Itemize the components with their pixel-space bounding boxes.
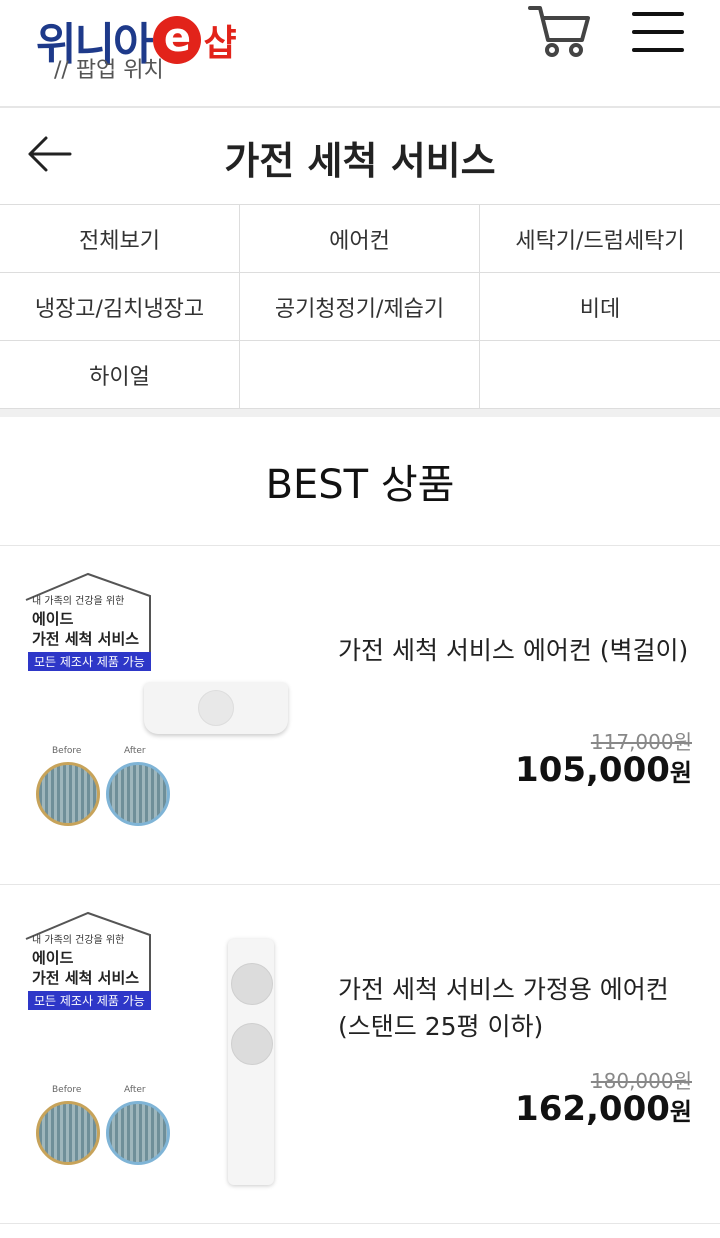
category-empty xyxy=(480,341,720,409)
page-titlebar: 가전 세척 서비스 xyxy=(0,108,720,204)
menu-bar xyxy=(632,12,684,16)
badge-brand: 에이드 xyxy=(32,949,74,967)
badge-all-brands-tag: 모든 제조사 제품 가능 xyxy=(28,652,151,671)
category-grid: 전체보기 에어컨 세탁기/드럼세탁기 냉장고/김치냉장고 공기청정기/제습기 비… xyxy=(0,204,720,417)
before-label: Before xyxy=(52,1085,82,1095)
before-label: Before xyxy=(52,746,82,756)
sale-price-value: 162,000 xyxy=(515,1089,670,1129)
category-air-purifier[interactable]: 공기청정기/제습기 xyxy=(240,273,480,341)
after-image xyxy=(106,762,170,826)
badge-all-brands-tag: 모든 제조사 제품 가능 xyxy=(28,991,151,1010)
logo-shop-text: 샵 xyxy=(203,23,237,64)
category-aircon[interactable]: 에어컨 xyxy=(240,205,480,273)
sale-price: 105,000원 xyxy=(515,750,692,790)
best-products-heading: BEST 상품 xyxy=(0,417,720,546)
category-fridge[interactable]: 냉장고/김치냉장고 xyxy=(0,273,240,341)
currency-unit: 원 xyxy=(669,759,692,787)
before-image xyxy=(36,762,100,826)
product-name[interactable]: 가전 세척 서비스 가정용 에어컨 (스탠드 25평 이하) xyxy=(338,971,694,1045)
aircon-dial xyxy=(231,963,273,1005)
before-image xyxy=(36,1101,100,1165)
product-name[interactable]: 가전 세척 서비스 에어컨 (벽걸이) xyxy=(338,632,694,669)
cart-icon[interactable] xyxy=(528,4,592,60)
badge-service: 가전 세척 서비스 xyxy=(32,630,140,648)
popup-location-note: // 팝업 위치 xyxy=(54,58,164,83)
aircon-dial xyxy=(198,690,234,726)
category-empty xyxy=(240,341,480,409)
sale-price: 162,000원 xyxy=(515,1089,692,1129)
top-header: 위니아 e 샵 // 팝업 위치 xyxy=(0,0,720,108)
badge-service: 가전 세척 서비스 xyxy=(32,969,140,987)
category-washer[interactable]: 세탁기/드럼세탁기 xyxy=(480,205,720,273)
badge-tagline: 내 가족의 건강을 위한 xyxy=(32,596,125,607)
menu-bar xyxy=(632,48,684,52)
badge-tagline: 내 가족의 건강을 위한 xyxy=(32,935,125,946)
after-image xyxy=(106,1101,170,1165)
wall-aircon-image xyxy=(144,682,288,734)
after-label: After xyxy=(124,746,146,756)
menu-bar xyxy=(632,30,684,34)
sale-price-value: 105,000 xyxy=(515,750,670,790)
hamburger-menu-icon[interactable] xyxy=(632,12,684,56)
badge-brand: 에이드 xyxy=(32,610,74,628)
product-thumbnail[interactable]: 내 가족의 건강을 위한 에이드 가전 세척 서비스 모든 제조사 제품 가능 … xyxy=(24,911,304,1191)
cart-icon-graphic xyxy=(528,6,590,57)
category-haier[interactable]: 하이얼 xyxy=(0,341,240,409)
aircon-dial xyxy=(231,1023,273,1065)
category-bidet[interactable]: 비데 xyxy=(480,273,720,341)
currency-unit: 원 xyxy=(669,1098,692,1126)
stand-aircon-image xyxy=(228,939,274,1185)
product-item[interactable]: 내 가족의 건강을 위한 에이드 가전 세척 서비스 모든 제조사 제품 가능 … xyxy=(0,546,720,885)
after-label: After xyxy=(124,1085,146,1095)
category-all[interactable]: 전체보기 xyxy=(0,205,240,273)
product-thumbnail[interactable]: 내 가족의 건강을 위한 에이드 가전 세척 서비스 모든 제조사 제품 가능 … xyxy=(24,572,304,852)
page-title: 가전 세척 서비스 xyxy=(224,139,496,183)
product-item[interactable]: 내 가족의 건강을 위한 에이드 가전 세척 서비스 모든 제조사 제품 가능 … xyxy=(0,885,720,1224)
